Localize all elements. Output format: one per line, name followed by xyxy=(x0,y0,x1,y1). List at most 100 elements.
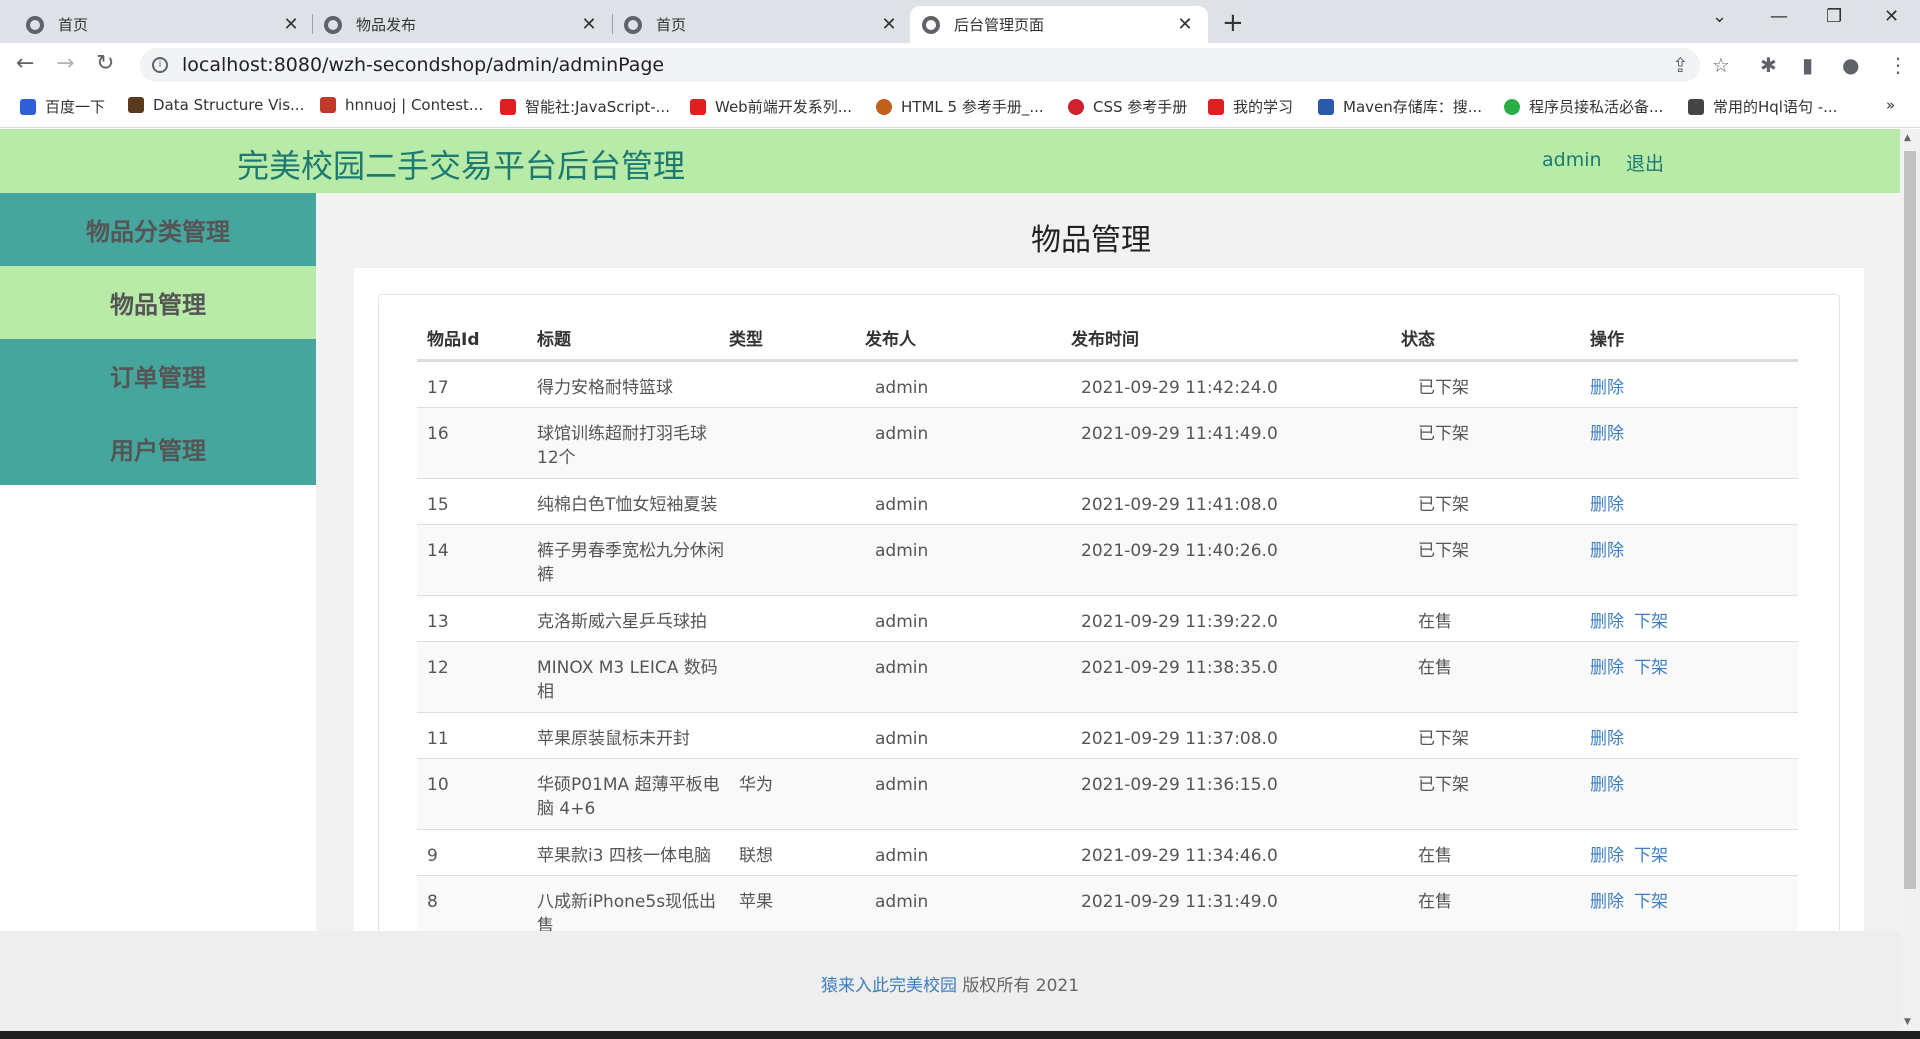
bookmark-favicon xyxy=(1318,98,1334,115)
sidebar-item-goods[interactable]: 物品管理 xyxy=(0,266,316,339)
bookmark-favicon xyxy=(1688,98,1704,115)
bookmark-favicon xyxy=(1208,98,1224,115)
close-icon[interactable]: ✕ xyxy=(280,14,302,35)
page-scrollbar[interactable]: ▲ ▼ xyxy=(1900,129,1920,1034)
table-row: 17 得力安格耐特篮球 admin 2021-09-29 11:42:24.0 … xyxy=(417,362,1798,408)
column-header-id: 物品Id xyxy=(427,330,480,350)
footer-brand-link[interactable]: 猿来入此完美校园 xyxy=(821,976,957,996)
more-bookmarks-icon[interactable]: » xyxy=(1886,96,1895,114)
forward-icon[interactable]: → xyxy=(56,51,74,76)
unlist-link[interactable]: 下架 xyxy=(1634,846,1668,866)
bookmark-item[interactable]: 常用的Hql语句 -... xyxy=(1688,96,1837,117)
table-row: 13 克洛斯威六星乒乓球拍 admin 2021-09-29 11:39:22.… xyxy=(417,596,1798,642)
star-icon[interactable]: ☆ xyxy=(1712,53,1730,77)
main-area: 物品管理 物品Id 标题 类型 发布人 发布时间 状态 操作 17 得力安格耐特… xyxy=(316,193,1900,947)
bookmark-label: 程序员接私活必备... xyxy=(1529,98,1664,116)
browser-tab-4[interactable]: 后台管理页面 ✕ xyxy=(910,6,1208,43)
cell-time: 2021-09-29 11:39:22.0 xyxy=(1081,612,1278,632)
cell-id: 16 xyxy=(427,424,449,444)
bookmark-label: Data Structure Vis... xyxy=(153,96,305,114)
bookmark-item[interactable]: 百度一下 xyxy=(20,96,105,117)
cell-ops: 删除 下架 xyxy=(1590,656,1678,680)
bookmark-label: hnnuoj | Contest... xyxy=(345,96,484,114)
cell-publisher: admin xyxy=(875,612,929,632)
restore-icon[interactable]: ❐ xyxy=(1826,6,1842,27)
bookmark-item[interactable]: hnnuoj | Contest... xyxy=(320,96,483,114)
cell-status: 已下架 xyxy=(1418,775,1469,795)
unlist-link[interactable]: 下架 xyxy=(1634,612,1668,632)
delete-link[interactable]: 删除 xyxy=(1590,775,1624,795)
cell-time: 2021-09-29 11:37:08.0 xyxy=(1081,729,1278,749)
cell-ops: 删除 下架 xyxy=(1590,890,1678,914)
bookmark-item[interactable]: HTML 5 参考手册_... xyxy=(876,96,1044,117)
table-row: 11 苹果原装鼠标未开封 admin 2021-09-29 11:37:08.0… xyxy=(417,713,1798,759)
delete-link[interactable]: 删除 xyxy=(1590,846,1624,866)
delete-link[interactable]: 删除 xyxy=(1590,612,1624,632)
bookmark-item[interactable]: 智能社:JavaScript-... xyxy=(500,96,670,117)
delete-link[interactable]: 删除 xyxy=(1590,541,1624,561)
extensions-icon[interactable]: ✱ xyxy=(1760,53,1777,77)
cell-id: 14 xyxy=(427,541,449,561)
scroll-up-icon[interactable]: ▲ xyxy=(1904,133,1911,143)
reload-icon[interactable]: ↻ xyxy=(96,51,114,76)
delete-link[interactable]: 删除 xyxy=(1590,658,1624,678)
bookmark-favicon xyxy=(128,97,144,113)
cell-ops: 删除 xyxy=(1590,422,1634,446)
browser-tab-bar: 首页 ✕ 物品发布 ✕ 首页 ✕ 后台管理页面 ✕ + ⌄ — ❐ ✕ xyxy=(0,0,1920,43)
delete-link[interactable]: 删除 xyxy=(1590,892,1624,912)
bookmark-item[interactable]: 程序员接私活必备... xyxy=(1504,96,1663,117)
sidebar-item-users[interactable]: 用户管理 xyxy=(0,412,316,485)
baidu-icon xyxy=(20,98,36,115)
logout-link[interactable]: 退出 xyxy=(1626,149,1664,176)
minimize-icon[interactable]: — xyxy=(1770,6,1788,27)
bookmark-label: Web前端开发系列... xyxy=(715,98,853,116)
bookmark-item[interactable]: Data Structure Vis... xyxy=(128,96,304,114)
cell-publisher: admin xyxy=(875,541,929,561)
close-icon[interactable]: ✕ xyxy=(1174,14,1196,35)
bookmark-label: 我的学习 xyxy=(1233,98,1294,116)
cell-id: 11 xyxy=(427,729,449,749)
bookmark-item[interactable]: 我的学习 xyxy=(1208,96,1293,117)
cell-publisher: admin xyxy=(875,892,929,912)
table-row: 10 华硕P01MA 超薄平板电脑 4+6 华为 admin 2021-09-2… xyxy=(417,759,1798,830)
browser-tab-1[interactable]: 首页 ✕ xyxy=(14,6,314,43)
share-icon[interactable]: ⇪ xyxy=(1672,53,1689,77)
cell-status: 已下架 xyxy=(1418,424,1469,444)
url-field[interactable]: i localhost:8080/wzh-secondshop/admin/ad… xyxy=(140,48,1700,82)
bookmark-favicon xyxy=(500,98,516,115)
cell-time: 2021-09-29 11:31:49.0 xyxy=(1081,892,1278,912)
side-panel-icon[interactable]: ▮ xyxy=(1802,53,1813,77)
tab-title: 后台管理页面 xyxy=(954,16,1045,34)
scroll-thumb[interactable] xyxy=(1904,151,1916,889)
sidebar-item-category[interactable]: 物品分类管理 xyxy=(0,193,316,266)
close-icon[interactable]: ✕ xyxy=(878,14,900,35)
user-link[interactable]: admin xyxy=(1542,149,1602,171)
bookmark-item[interactable]: Maven存储库：搜... xyxy=(1318,96,1482,117)
unlist-link[interactable]: 下架 xyxy=(1634,892,1668,912)
browser-tab-3[interactable]: 首页 ✕ xyxy=(612,6,912,43)
cell-title: 裤子男春季宽松九分休闲裤 xyxy=(537,541,724,585)
cell-id: 8 xyxy=(427,892,438,912)
back-icon[interactable]: ← xyxy=(16,51,34,76)
new-tab-button[interactable]: + xyxy=(1222,8,1244,38)
menu-icon[interactable]: ⋮ xyxy=(1888,53,1908,77)
bookmark-item[interactable]: Web前端开发系列... xyxy=(690,96,852,117)
delete-link[interactable]: 删除 xyxy=(1590,378,1624,398)
delete-link[interactable]: 删除 xyxy=(1590,424,1624,444)
cell-time: 2021-09-29 11:42:24.0 xyxy=(1081,378,1278,398)
delete-link[interactable]: 删除 xyxy=(1590,495,1624,515)
cell-id: 12 xyxy=(427,658,449,678)
bookmark-item[interactable]: CSS 参考手册 xyxy=(1068,96,1187,117)
browser-tab-2[interactable]: 物品发布 ✕ xyxy=(312,6,612,43)
scroll-down-icon[interactable]: ▼ xyxy=(1904,1017,1911,1027)
bookmark-favicon xyxy=(1504,98,1520,115)
profile-icon[interactable]: ● xyxy=(1842,53,1859,77)
close-icon[interactable]: ✕ xyxy=(578,14,600,35)
tab-search-icon[interactable]: ⌄ xyxy=(1712,6,1727,27)
delete-link[interactable]: 删除 xyxy=(1590,729,1624,749)
sidebar-item-orders[interactable]: 订单管理 xyxy=(0,339,316,412)
address-bar: ← → ↻ i localhost:8080/wzh-secondshop/ad… xyxy=(0,43,1920,88)
window-close-icon[interactable]: ✕ xyxy=(1884,6,1899,27)
unlist-link[interactable]: 下架 xyxy=(1634,658,1668,678)
info-icon[interactable]: i xyxy=(152,57,168,73)
